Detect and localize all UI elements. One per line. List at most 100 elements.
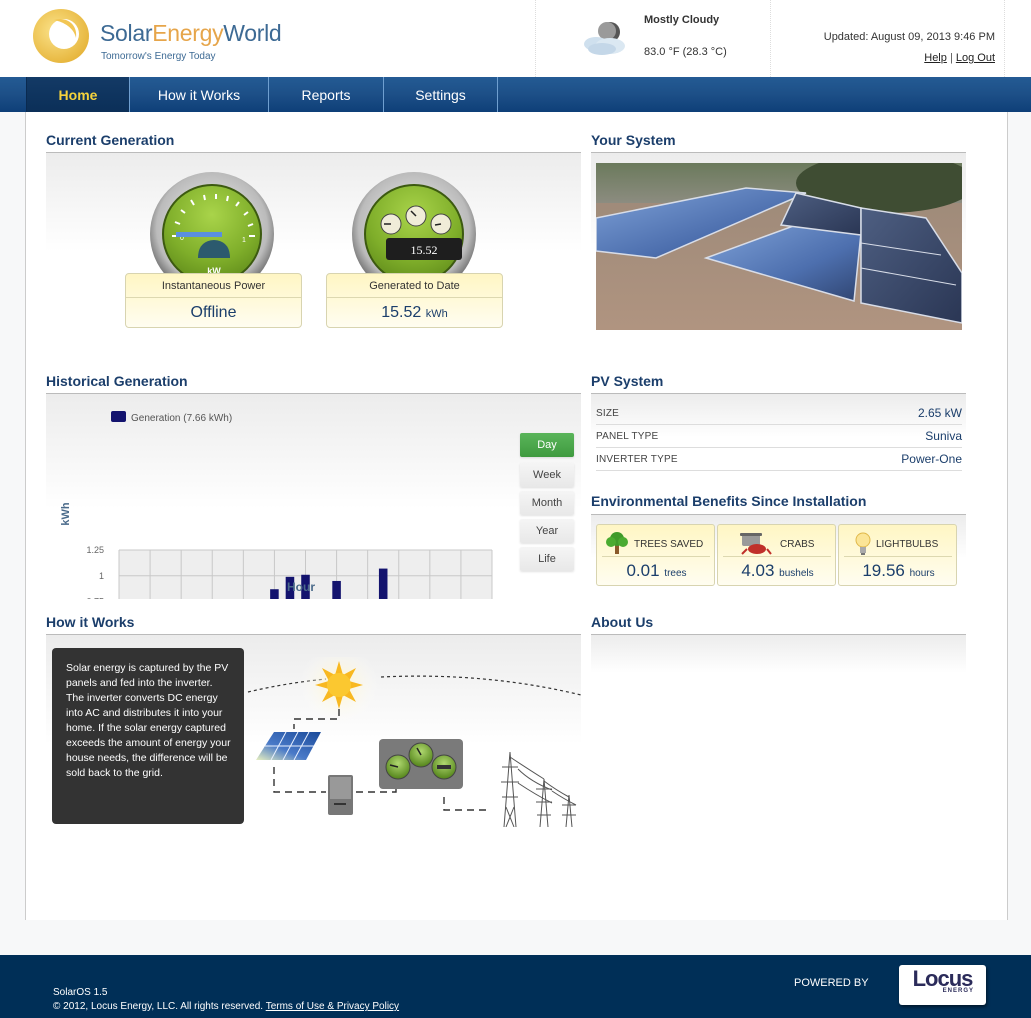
your-system-title: Your System — [591, 132, 676, 148]
env-value-unit: hours — [909, 568, 935, 579]
copyright: © 2012, Locus Energy, LLC. All rights re… — [53, 1001, 399, 1012]
historical-generation-chart: 00.250.50.7511.25 024681012141618202224 … — [60, 411, 493, 599]
range-week-button[interactable]: Week — [520, 463, 574, 487]
env-card-trees: TREES SAVED 0.01 trees — [596, 524, 715, 586]
pv-row-inverter-type: INVERTER TYPE Power-One — [596, 448, 962, 471]
env-value-number: 4.03 — [741, 561, 775, 580]
pv-system-title: PV System — [591, 373, 664, 389]
env-value-unit: trees — [664, 568, 687, 579]
generated-value-number: 15.52 — [381, 304, 422, 321]
instantaneous-power-value: Offline — [190, 304, 237, 321]
generated-to-date-card: Generated to Date 15.52 kWh — [326, 273, 503, 328]
last-updated-timestamp: Updated: August 09, 2013 9:46 PM — [823, 31, 995, 43]
env-value: 19.56 hours — [839, 561, 958, 581]
current-generation-title: Current Generation — [46, 132, 175, 148]
environmental-benefits-title: Environmental Benefits Since Installatio… — [591, 493, 867, 509]
bar-hour-10[interactable] — [270, 589, 279, 599]
brand-name: SolarEnergyWorld — [100, 20, 282, 47]
x-axis-label: Hour — [287, 580, 315, 594]
logout-link[interactable]: Log Out — [956, 52, 995, 64]
energy-flow-diagram — [247, 657, 581, 827]
meter-panel-icon — [379, 739, 463, 789]
env-label: TREES SAVED — [634, 539, 704, 550]
y-tick-label: 1.25 — [86, 545, 104, 555]
legend-swatch — [111, 411, 126, 422]
how-it-works-title: How it Works — [46, 614, 135, 630]
env-label: LIGHTBULBS — [876, 539, 939, 550]
y-axis-label: kWh — [60, 502, 72, 526]
pv-key: SIZE — [596, 408, 620, 419]
partly-cloudy-night-icon — [584, 22, 625, 55]
weather-condition: Mostly Cloudy — [644, 14, 720, 26]
range-life-button[interactable]: Life — [520, 547, 574, 571]
env-value: 4.03 bushels — [718, 561, 837, 581]
generated-value-unit: kWh — [425, 308, 448, 320]
pv-row-panel-type: PANEL TYPE Suniva — [596, 425, 962, 448]
app-version: SolarOS 1.5 — [53, 987, 108, 998]
footer: SolarOS 1.5 © 2012, Locus Energy, LLC. A… — [0, 955, 1031, 1018]
chart-y-ticks: 00.250.50.7511.25 — [86, 545, 104, 599]
env-card-header: TREES SAVED — [602, 529, 710, 557]
odometer-readout: 15.52 — [410, 243, 438, 257]
locus-energy-logo[interactable]: Locus ENERGY — [899, 965, 986, 1005]
terms-privacy-link[interactable]: Terms of Use & Privacy Policy — [266, 1001, 399, 1012]
env-card-crabs: CRABS 4.03 bushels — [717, 524, 836, 586]
crab-pot-icon — [740, 533, 772, 555]
brand-tagline: Tomorrow's Energy Today — [101, 51, 216, 62]
env-value: 0.01 trees — [597, 561, 716, 581]
legend-label: Generation (7.66 kWh) — [131, 413, 232, 424]
solar-energy-world-logo-icon[interactable] — [32, 8, 92, 64]
nav-item-settings[interactable]: Settings — [384, 77, 498, 112]
historical-generation-title: Historical Generation — [46, 373, 188, 389]
gauge-face: 15.52 — [364, 184, 464, 284]
pv-row-size: SIZE 2.65 kW — [596, 402, 962, 425]
y-tick-label: 1 — [99, 571, 104, 581]
pv-value: Power-One — [901, 452, 962, 466]
gauge-scale-max: 1 — [242, 237, 246, 244]
how-it-works-description: Solar energy is captured by the PV panel… — [52, 648, 244, 824]
header-links: Help | Log Out — [924, 52, 995, 64]
about-us-title: About Us — [591, 614, 654, 630]
generated-to-date-label: Generated to Date — [327, 274, 502, 298]
power-lines-icon — [501, 751, 577, 827]
help-link[interactable]: Help — [924, 52, 947, 64]
env-card-header: CRABS — [723, 529, 831, 557]
instantaneous-power-label: Instantaneous Power — [126, 274, 301, 298]
main-content: Current Generation 0 1 kW Instantaneous … — [25, 112, 1008, 920]
range-year-button[interactable]: Year — [520, 519, 574, 543]
pv-value: 2.65 kW — [917, 406, 962, 420]
weather-widget: Mostly Cloudy 83.0 °F (28.3 °C) — [535, 0, 771, 77]
range-day-button[interactable]: Day — [520, 433, 574, 457]
pv-key: INVERTER TYPE — [596, 454, 678, 465]
env-card-lightbulbs: LIGHTBULBS 19.56 hours — [838, 524, 957, 586]
weather-temperature: 83.0 °F (28.3 °C) — [644, 46, 727, 58]
pv-key: PANEL TYPE — [596, 431, 659, 442]
brand-part-energy: Energy — [152, 20, 224, 46]
lightbulb-icon — [855, 532, 871, 555]
header: SolarEnergyWorld Tomorrow's Energy Today… — [0, 0, 1031, 77]
env-card-header: LIGHTBULBS — [844, 529, 952, 557]
bar-hour-17[interactable] — [378, 568, 388, 599]
env-value-number: 19.56 — [862, 561, 905, 580]
about-us-panel — [591, 634, 966, 704]
pv-value: Suniva — [925, 429, 962, 443]
nav-item-how-it-works[interactable]: How it Works — [130, 77, 269, 112]
brand-part-world: World — [223, 20, 282, 46]
env-value-unit: bushels — [779, 568, 814, 579]
header-divider — [1004, 0, 1005, 77]
powered-by-label: POWERED BY — [794, 977, 869, 989]
bar-hour-14[interactable] — [332, 580, 341, 599]
generated-to-date-value: 15.52 kWh — [327, 298, 502, 328]
tree-icon — [606, 532, 628, 554]
range-month-button[interactable]: Month — [520, 491, 574, 515]
rooftop-solar-panels-photo[interactable] — [596, 163, 962, 330]
power-dial-icon: 0 1 kW — [172, 194, 255, 276]
y-tick-label: 0.75 — [86, 597, 104, 599]
odometer-dials-icon — [380, 205, 462, 260]
nav-item-home[interactable]: Home — [27, 77, 130, 112]
gauge-face: 0 1 kW — [162, 184, 262, 284]
instantaneous-power-card: Instantaneous Power Offline — [125, 273, 302, 328]
nav-item-reports[interactable]: Reports — [269, 77, 384, 112]
env-value-number: 0.01 — [626, 561, 660, 580]
link-separator: | — [949, 52, 953, 64]
